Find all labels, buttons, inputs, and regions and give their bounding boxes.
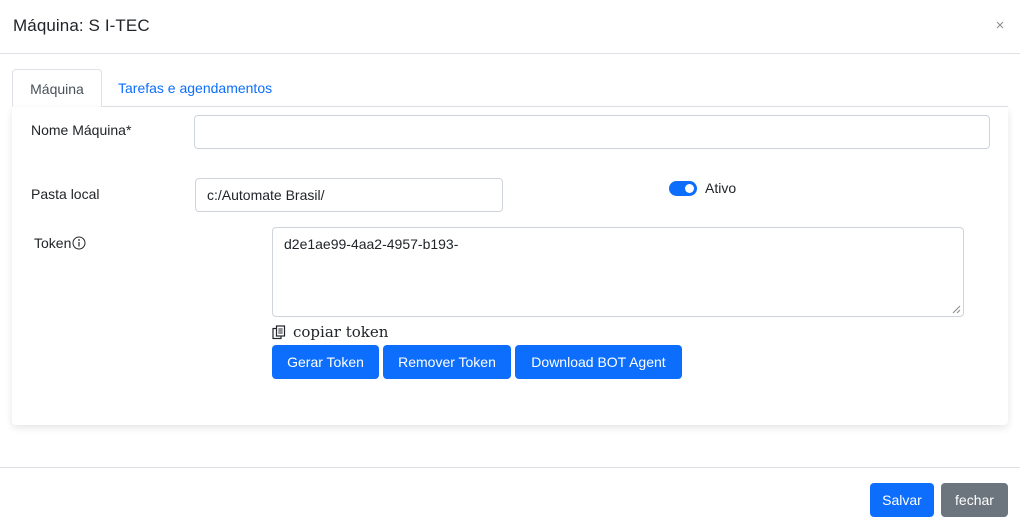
copy-token-link[interactable]: copiar token [272, 322, 388, 342]
token-label: Token [34, 235, 72, 251]
active-toggle[interactable] [669, 181, 697, 196]
download-bot-agent-button[interactable]: Download BOT Agent [515, 345, 682, 379]
modal-title: Máquina: S I-TEC [13, 16, 150, 35]
info-circle-icon[interactable] [72, 236, 86, 250]
active-label: Ativo [705, 180, 737, 196]
copy-token-label: copiar token [293, 323, 389, 341]
resize-handle-icon[interactable] [952, 305, 961, 314]
token-textarea[interactable]: d2e1ae99-4aa2-4957-b193- [272, 227, 964, 317]
tab-bar: Máquina Tarefas e agendamentos [12, 69, 1008, 107]
close-button[interactable]: fechar [941, 483, 1008, 517]
token-label-group: Token [34, 235, 86, 251]
copy-icon [272, 324, 286, 339]
tab-maquina[interactable]: Máquina [12, 69, 102, 107]
tab-tarefas-agendamentos[interactable]: Tarefas e agendamentos [102, 69, 288, 107]
save-button[interactable]: Salvar [870, 483, 934, 517]
modal-header: Máquina: S I-TEC × [0, 0, 1020, 54]
name-label: Nome Máquina* [31, 122, 132, 138]
folder-label: Pasta local [31, 186, 100, 202]
toggle-knob [685, 184, 694, 193]
remove-token-button[interactable]: Remover Token [383, 345, 511, 379]
token-value: d2e1ae99-4aa2-4957-b193- [284, 236, 459, 252]
modal-footer: Salvar fechar [0, 467, 1020, 530]
folder-input[interactable]: c:/Automate Brasil/ [195, 178, 503, 212]
name-input[interactable] [194, 115, 990, 149]
close-icon[interactable]: × [991, 16, 1009, 36]
generate-token-button[interactable]: Gerar Token [272, 345, 379, 379]
form-card: Nome Máquina* Pasta local c:/Automate Br… [12, 107, 1008, 425]
